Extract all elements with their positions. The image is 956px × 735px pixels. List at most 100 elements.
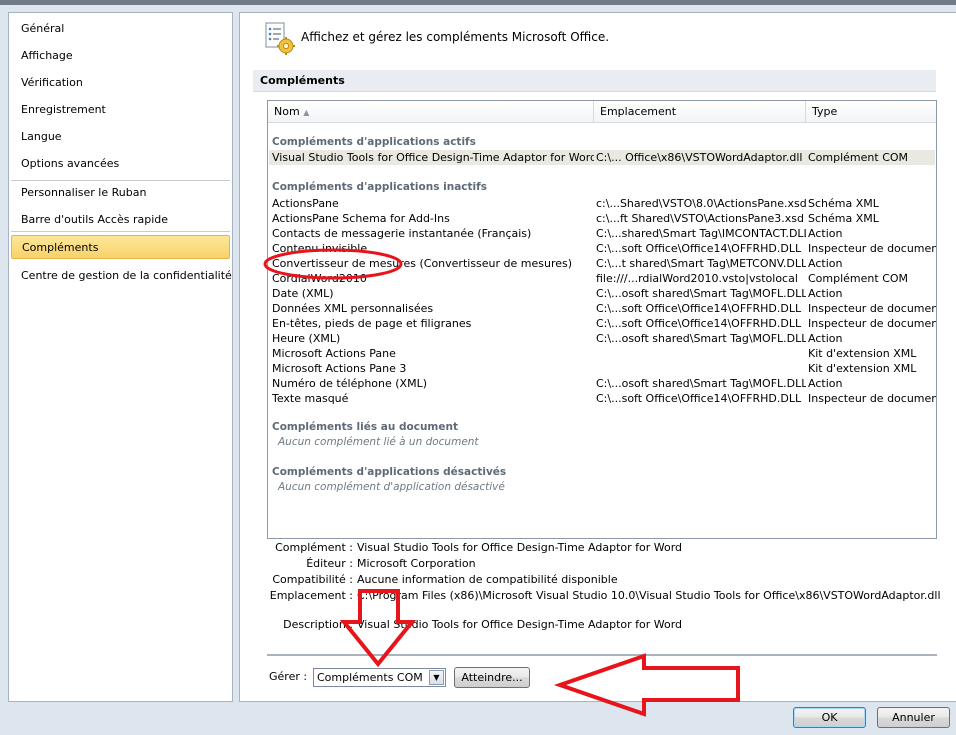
row-type: Schéma XML [808,212,879,225]
row-location: file:///...rdialWord2010.vsto|vstolocal [596,272,798,285]
row-type: Inspecteur de document [808,317,937,330]
detail-value-publisher: Microsoft Corporation [357,557,476,570]
detail-label-description: Description : [283,618,353,631]
row-name: ActionsPane [272,197,339,210]
manage-select-value: Compléments COM [317,671,423,684]
row-location: C:\...soft Office\Office14\OFFRHD.DLL [596,242,802,255]
row-type: Action [808,377,843,390]
row-name: Texte masqué [272,392,349,405]
row-location: C:\...soft Office\Office14\OFFRHD.DLL [596,392,802,405]
row-location: C:\...osoft shared\Smart Tag\MOFL.DLL [596,377,806,390]
row-name: Contacts de messagerie instantanée (Fran… [272,227,532,240]
addins-panel: Affichez et gérez les compléments Micros… [239,12,956,702]
detail-value-addin: Visual Studio Tools for Office Design-Ti… [357,541,683,554]
addin-details: Complément : Visual Studio Tools for Off… [267,541,947,636]
table-row[interactable]: Date (XML) C:\...osoft shared\Smart Tag\M… [269,286,935,301]
detail-label-location: Emplacement : [269,589,353,602]
empty-note: Aucun complément lié à un document [278,436,479,448]
table-row[interactable]: Données XML personnalisées C:\...soft Off… [269,301,937,316]
column-header-name[interactable]: Nom ▲ [268,101,594,123]
ok-button[interactable]: OK [793,707,866,728]
table-row[interactable]: Numéro de téléphone (XML) C:\...osoft sha… [269,376,935,391]
row-name: Date (XML) [272,287,334,300]
row-name: CordialWord2010 [272,272,367,285]
row-name: Numéro de téléphone (XML) [272,377,427,390]
options-sidebar: Général Affichage Vérification Enregistr… [8,12,233,702]
row-name: Données XML personnalisées [272,302,434,315]
row-type: Action [808,257,843,270]
table-row[interactable]: Contenu invisible C:\...soft Office\Offic… [269,241,937,256]
manage-label: Gérer : [269,670,308,683]
table-row[interactable]: ActionsPane Schema for Add-Ins c:\...ft S… [269,211,935,226]
row-type: Inspecteur de document [808,392,937,405]
sidebar-item-trust-center[interactable]: Centre de gestion de la confidentialité [11,264,232,288]
row-location: C:\...soft Office\Office14\OFFRHD.DLL [596,302,802,315]
row-type: Action [808,287,843,300]
sidebar-item-addins[interactable]: Compléments [11,235,230,259]
column-name-label: Nom [274,105,300,118]
cancel-button[interactable]: Annuler [877,707,950,728]
table-row[interactable]: Convertisseur de mesures (Convertisseur … [269,256,935,271]
sidebar-divider [11,231,230,232]
row-type: Complément COM [808,272,909,285]
table-row[interactable]: Texte masqué C:\...soft Office\Office14\O… [269,391,937,406]
row-location: C:\...shared\Smart Tag\IMCONTACT.DLL [596,227,806,240]
row-location: C:\...osoft shared\Smart Tag\MOFL.DLL [596,332,806,345]
detail-value-compatibility: Aucune information de compatibilité disp… [357,573,618,586]
row-type: Inspecteur de document [808,302,937,315]
table-row[interactable]: Heure (XML) C:\...osoft shared\Smart Tag\… [269,331,935,346]
row-location: c:\...Shared\VSTO\8.0\ActionsPane.xsd [596,197,806,210]
column-header-type[interactable]: Type [806,101,936,123]
sidebar-item-general[interactable]: Général [11,17,230,41]
sidebar-item-proofing[interactable]: Vérification [11,71,230,95]
group-header-document: Compléments liés au document [272,421,458,433]
row-location: C:\...soft Office\Office14\OFFRHD.DLL [596,317,802,330]
row-type: Schéma XML [808,197,879,210]
sidebar-item-display[interactable]: Affichage [11,44,230,68]
empty-note: Aucun complément d'application désactivé [278,481,505,493]
row-location: C:\...t shared\Smart Tag\METCONV.DLL [596,257,806,270]
addins-list[interactable]: Nom ▲ Emplacement Type Compléments d'app… [267,100,937,539]
row-type: Kit d'extension XML [808,362,917,375]
table-row[interactable]: Microsoft Actions Pane 3 Kit d'extension … [269,361,935,376]
window-top-border [0,0,956,5]
divider [267,654,937,656]
table-row[interactable]: Visual Studio Tools for Office Design-Ti… [269,150,935,165]
table-row[interactable]: Microsoft Actions Pane Kit d'extension XM… [269,346,935,361]
row-name: Contenu invisible [272,242,368,255]
sidebar-item-language[interactable]: Langue [11,125,230,149]
row-type: Kit d'extension XML [808,347,917,360]
section-header: Compléments [253,70,936,92]
group-header-disabled: Compléments d'applications désactivés [272,466,507,478]
detail-value-description: Visual Studio Tools for Office Design-Ti… [357,618,683,631]
row-name: ActionsPane Schema for Add-Ins [272,212,450,225]
row-location: C:\... Office\x86\VSTOWordAdaptor.dll [596,151,803,164]
table-row[interactable]: ActionsPane c:\...Shared\VSTO\8.0\Actions… [269,196,935,211]
chevron-down-icon[interactable]: ▼ [429,670,444,685]
row-type: Action [808,332,843,345]
go-button[interactable]: Atteindre... [454,667,530,688]
sidebar-item-save[interactable]: Enregistrement [11,98,230,122]
row-location: C:\...osoft shared\Smart Tag\MOFL.DLL [596,287,806,300]
sort-ascending-icon: ▲ [303,108,310,117]
page-title: Affichez et gérez les compléments Micros… [301,30,610,44]
table-row[interactable]: Contacts de messagerie instantanée (Fran… [269,226,935,241]
addins-gear-icon [264,21,296,55]
group-header-inactive: Compléments d'applications inactifs [272,181,487,193]
row-name: Heure (XML) [272,332,341,345]
table-row[interactable]: En-têtes, pieds de page et filigranes C:\… [269,316,937,331]
row-name: Microsoft Actions Pane 3 [272,362,407,375]
row-location: c:\...ft Shared\VSTO\ActionsPane3.xsd [596,212,804,225]
detail-value-location: C:\Program Files (x86)\Microsoft Visual … [357,589,941,602]
table-row[interactable]: CordialWord2010 file:///...rdialWord2010.… [269,271,935,286]
column-header-location[interactable]: Emplacement [594,101,806,123]
row-type: Action [808,227,843,240]
sidebar-item-customize-ribbon[interactable]: Personnaliser le Ruban [11,181,230,205]
row-name: En-têtes, pieds de page et filigranes [272,317,472,330]
sidebar-item-advanced[interactable]: Options avancées [11,152,230,176]
detail-label-compatibility: Compatibilité : [272,573,353,586]
sidebar-item-quick-access-toolbar[interactable]: Barre d'outils Accès rapide [11,208,230,232]
row-name: Convertisseur de mesures (Convertisseur … [272,257,573,270]
manage-select[interactable]: Compléments COM ▼ [313,668,446,687]
row-type: Inspecteur de document [808,242,937,255]
